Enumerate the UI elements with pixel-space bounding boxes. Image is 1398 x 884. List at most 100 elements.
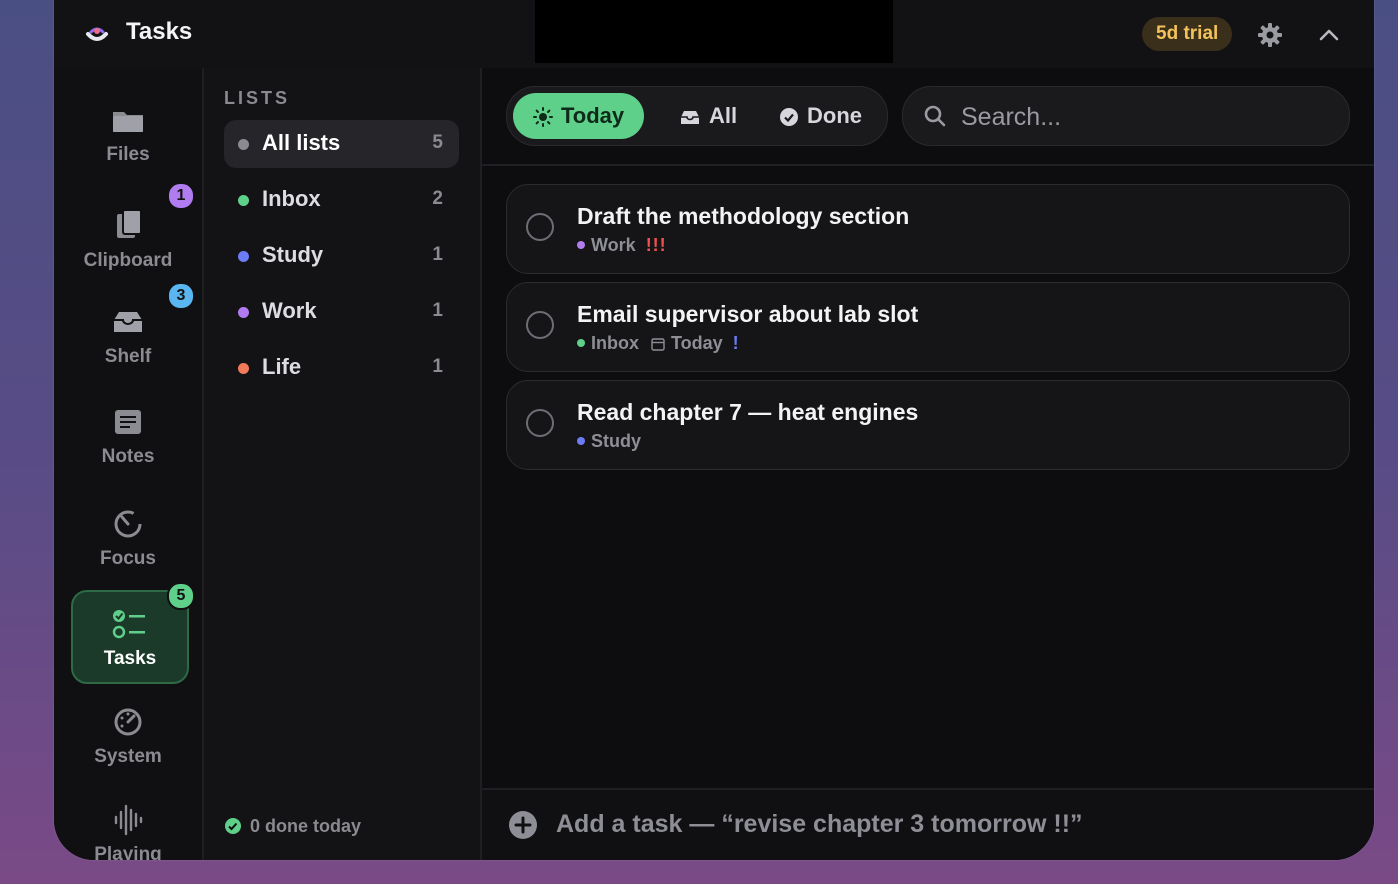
filter-today-label: Today [561,103,625,128]
lists-heading: LISTS [224,88,291,108]
list-item-all-lists[interactable]: All lists 5 [224,120,459,168]
done-today-label: 0 done today [250,816,362,836]
list-item-work[interactable]: Work 1 [224,288,459,336]
rail-item-playing[interactable]: Playing [71,788,185,860]
app-logo-icon [86,27,108,41]
search-box [902,86,1350,146]
list-color-dot [238,139,249,150]
clipboard-icon [117,209,142,238]
task-card[interactable]: Read chapter 7 — heat engines Study [506,380,1350,470]
clipboard-count-badge: 1 [167,182,195,210]
priority-indicator: ! [732,333,739,353]
chevron-up-icon[interactable] [1316,22,1342,48]
list-color-dot [577,241,585,249]
note-icon [115,410,141,434]
list-count: 2 [432,188,443,209]
task-complete-checkbox[interactable] [526,409,554,437]
redacted-region [535,0,893,63]
rail-item-focus[interactable]: Focus [71,492,185,582]
rail-label: Clipboard [83,250,173,271]
list-name: Work [262,298,317,323]
list-name: All lists [262,130,341,155]
check-circle-icon [225,818,241,834]
plus-circle-icon[interactable] [508,810,538,840]
check-circle-icon [780,108,798,126]
task-complete-checkbox[interactable] [526,213,554,241]
lists-panel: LISTS All lists 5 Inbox 2 Study 1 Work 1… [204,68,482,860]
task-complete-checkbox[interactable] [526,311,554,339]
nav-rail: Files Clipboard 1 Shelf 3 Notes Focus Ta… [54,68,204,860]
gear-icon[interactable] [1256,21,1284,49]
search-icon [924,105,946,127]
due-date-label: Today [671,333,723,353]
list-count: 1 [432,356,443,377]
app-title: Tasks [126,18,193,45]
header-divider [482,164,1374,166]
list-count: 1 [432,300,443,321]
rail-item-clipboard[interactable]: Clipboard [71,194,185,284]
task-meta: Inbox Today! [577,333,739,354]
add-task-input[interactable]: Add a task — “revise chapter 3 tomorrow … [556,810,1083,839]
timer-icon [114,510,142,538]
folder-icon [113,112,143,132]
task-card[interactable]: Draft the methodology section Work!!! [506,184,1350,274]
filter-done-label: Done [807,103,862,128]
list-color-dot [238,307,249,318]
waveform-icon [114,804,143,836]
search-input[interactable] [959,97,1333,137]
tray-icon [114,312,142,332]
task-meta: Work!!! [577,235,667,256]
rail-label: Files [106,144,150,165]
gauge-icon [114,708,142,736]
list-color-dot [238,251,249,262]
filter-all-label: All [709,103,738,128]
filter-today-button[interactable]: Today [513,93,645,139]
rail-label: System [94,746,162,767]
due-date: Today [651,333,723,354]
filter-done-button[interactable]: Done [769,93,872,139]
list-name: Study [262,242,324,267]
task-meta: Study [577,431,641,452]
rail-label: Focus [100,548,156,569]
filter-segmented-control: Today All Done [506,86,888,146]
rail-label: Shelf [104,346,152,367]
add-task-bar[interactable]: Add a task — “revise chapter 3 tomorrow … [482,788,1374,860]
rail-item-notes[interactable]: Notes [71,390,185,480]
rail-label: Playing [94,844,162,860]
rail-label: Notes [101,446,155,467]
list-name: Life [262,354,302,379]
shelf-count-badge: 3 [167,282,195,310]
task-list-name: Study [591,431,642,451]
list-count: 1 [432,244,443,265]
list-item-inbox[interactable]: Inbox 2 [224,176,459,224]
list-color-dot [577,437,585,445]
checklist-icon [112,610,145,639]
done-today-status: 0 done today [224,816,361,837]
list-name: Inbox [262,186,321,211]
list-count: 5 [432,132,443,153]
task-title: Read chapter 7 — heat engines [577,399,919,425]
task-list-name: Inbox [591,333,639,353]
task-title: Draft the methodology section [577,203,910,229]
task-title: Email supervisor about lab slot [577,301,919,327]
rail-label: Tasks [103,648,157,669]
tasks-count-badge: 5 [167,582,195,610]
list-color-dot [577,339,585,347]
tray-icon [681,111,699,124]
task-card[interactable]: Email supervisor about lab slot Inbox Tod… [506,282,1350,372]
rail-item-files[interactable]: Files [71,88,185,178]
filter-all-button[interactable]: All [669,93,747,139]
list-color-dot [238,363,249,374]
calendar-icon [651,338,665,351]
trial-badge[interactable]: 5d trial [1142,17,1233,51]
app-window: Tasks 5d trial Files Clipboard 1 Shelf 3… [54,0,1374,860]
list-color-dot [238,195,249,206]
main-panel: Today All Done Search... Draft the metho… [482,68,1374,860]
list-item-study[interactable]: Study 1 [224,232,459,280]
list-item-life[interactable]: Life 1 [224,344,459,392]
rail-item-system[interactable]: System [71,690,185,780]
priority-indicator: !!! [645,235,667,255]
sun-icon [533,107,553,127]
task-list-name: Work [591,235,636,255]
title-bar: Tasks 5d trial [54,0,1374,68]
